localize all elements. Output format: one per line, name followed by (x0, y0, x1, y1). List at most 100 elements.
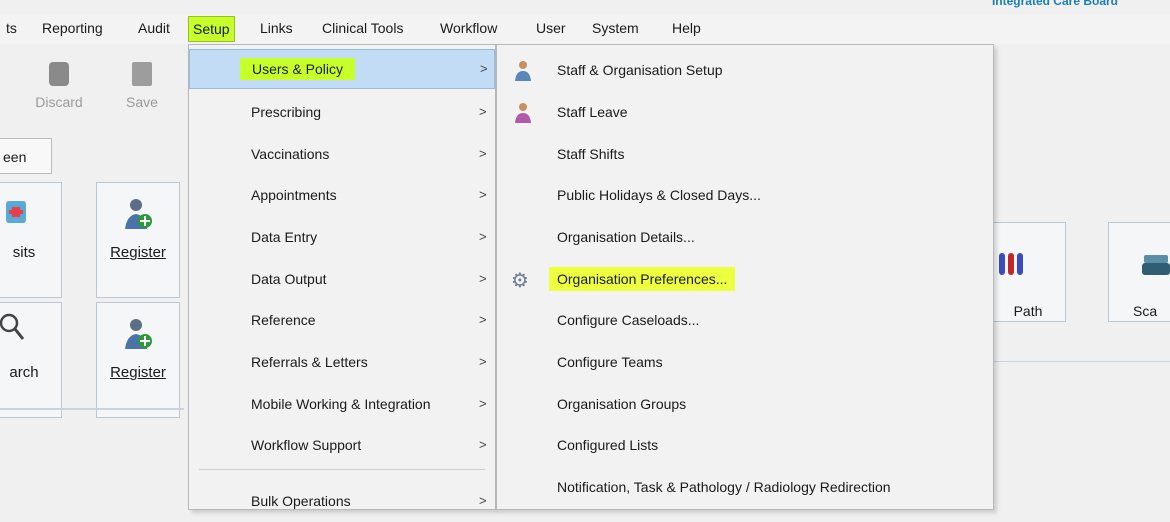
menu-item-reference[interactable]: Reference > (189, 301, 495, 341)
menu-item-public-holidays[interactable]: Public Holidays & Closed Days... (497, 176, 993, 216)
gear-icon: ⚙ (511, 270, 529, 292)
scan-icon (1142, 255, 1170, 275)
register-tile-1[interactable]: Register (96, 182, 180, 298)
menu-item-staff-shifts[interactable]: Staff Shifts (497, 135, 993, 175)
menu-item-label: Reference (251, 312, 316, 328)
menu-item-label: Prescribing (251, 104, 322, 120)
search-label: arch (9, 364, 39, 381)
menu-reporting[interactable]: Reporting (42, 20, 103, 36)
menu-item-configure-teams[interactable]: Configure Teams (497, 343, 993, 383)
menu-item-label: Mobile Working & Integration (251, 396, 431, 412)
submenu-arrow-icon: > (479, 354, 487, 369)
search-tile[interactable]: arch (0, 302, 62, 418)
menu-setup[interactable]: Setup (188, 16, 235, 42)
register-label-1: Register (110, 244, 166, 261)
save-icon (132, 62, 152, 86)
menu-item-label: Configure Caseloads... (557, 312, 700, 328)
screen-button-label: een (3, 149, 27, 165)
menu-item-label: Staff & Organisation Setup (557, 62, 723, 78)
visits-icon (6, 201, 26, 223)
register-tile-2[interactable]: Register (96, 302, 180, 418)
right-divider (994, 361, 1170, 362)
menu-item-bulk-operations[interactable]: Bulk Operations > (189, 482, 495, 522)
submenu-arrow-icon: > (479, 396, 487, 411)
menu-item-label: Organisation Groups (557, 396, 687, 412)
menu-item-referrals-letters[interactable]: Referrals & Letters > (189, 343, 495, 383)
scan-tile[interactable]: Sca (1108, 222, 1170, 322)
visits-label: sits (12, 244, 36, 261)
menu-user[interactable]: User (536, 20, 566, 36)
menu-help[interactable]: Help (672, 20, 701, 36)
submenu-arrow-icon: > (479, 271, 487, 286)
users-policy-submenu: Staff & Organisation Setup Staff Leave S… (496, 44, 994, 510)
menu-bar: ts Reporting Audit Setup Links Clinical … (0, 14, 1170, 44)
menu-item-mobile-working[interactable]: Mobile Working & Integration > (189, 385, 495, 425)
menu-workflow[interactable]: Workflow (440, 20, 497, 36)
path-tile[interactable]: Path (990, 222, 1066, 322)
menu-item-label: Organisation Preferences... (549, 267, 736, 291)
menu-item-vaccinations[interactable]: Vaccinations > (189, 135, 495, 175)
register-label-2: Register (110, 364, 166, 381)
submenu-arrow-icon: > (479, 146, 487, 161)
menu-system[interactable]: System (592, 20, 639, 36)
menu-item-label: Staff Leave (557, 104, 628, 120)
register-icon-2 (125, 319, 152, 349)
menu-item-staff-leave[interactable]: Staff Leave (497, 93, 993, 133)
discard-label: Discard (35, 94, 83, 110)
menu-item-label: Workflow Support (251, 437, 362, 453)
menu-ts[interactable]: ts (6, 20, 17, 36)
menu-item-configured-lists[interactable]: Configured Lists (497, 426, 993, 466)
path-label: Path (1013, 303, 1043, 319)
panel-divider (0, 408, 184, 410)
menu-item-label: Referrals & Letters (251, 354, 368, 370)
brand-text: Integrated Care Board (991, 0, 1118, 8)
menu-item-organisation-groups[interactable]: Organisation Groups (497, 385, 993, 425)
screen-button[interactable]: een (0, 138, 52, 174)
menu-item-staff-organisation-setup[interactable]: Staff & Organisation Setup (497, 51, 993, 91)
menu-item-label: Configured Lists (557, 437, 659, 453)
submenu-arrow-icon: > (479, 437, 487, 452)
menu-item-label: Users & Policy (240, 58, 356, 80)
register-icon (125, 199, 152, 229)
menu-item-label: Organisation Details... (557, 229, 695, 245)
discard-button[interactable]: Discard (24, 62, 94, 110)
menu-clinical-tools[interactable]: Clinical Tools (322, 20, 403, 36)
menu-separator (199, 469, 485, 470)
menu-item-data-output[interactable]: Data Output > (189, 260, 495, 300)
menu-item-label: Configure Teams (557, 354, 663, 370)
save-label: Save (126, 94, 158, 110)
path-icon (999, 253, 1023, 275)
submenu-arrow-icon: > (479, 312, 487, 327)
menu-item-organisation-preferences[interactable]: ⚙ Organisation Preferences... (497, 260, 993, 300)
menu-item-label: Appointments (251, 187, 337, 203)
submenu-arrow-icon: > (479, 104, 487, 119)
menu-item-label: Staff Shifts (557, 146, 625, 162)
menu-item-users-policy[interactable]: Users & Policy > (189, 49, 495, 89)
menu-item-label: Data Output (251, 271, 327, 287)
submenu-arrow-icon: > (479, 229, 487, 244)
menu-item-notification-redirection[interactable]: Notification, Task & Pathology / Radiolo… (497, 468, 993, 508)
submenu-arrow-icon: > (479, 187, 487, 202)
staff-icon (515, 61, 531, 81)
menu-links[interactable]: Links (260, 20, 293, 36)
menu-item-label: Public Holidays & Closed Days... (557, 187, 761, 203)
submenu-arrow-icon: > (479, 493, 487, 508)
visits-tile[interactable]: sits (0, 182, 62, 298)
staff-leave-icon (515, 103, 531, 123)
submenu-arrow-icon: > (480, 61, 488, 76)
menu-item-appointments[interactable]: Appointments > (189, 176, 495, 216)
menu-item-data-entry[interactable]: Data Entry > (189, 218, 495, 258)
menu-item-organisation-details[interactable]: Organisation Details... (497, 218, 993, 258)
menu-item-configure-caseloads[interactable]: Configure Caseloads... (497, 301, 993, 341)
search-icon (0, 313, 25, 340)
menu-item-workflow-support[interactable]: Workflow Support > (189, 426, 495, 466)
menu-item-label: Data Entry (251, 229, 318, 245)
menu-item-label: Vaccinations (251, 146, 330, 162)
menu-audit[interactable]: Audit (138, 20, 170, 36)
save-button[interactable]: Save (112, 62, 172, 110)
menu-item-prescribing[interactable]: Prescribing > (189, 93, 495, 133)
setup-menu: Users & Policy > Prescribing > Vaccinati… (188, 44, 496, 510)
discard-icon (49, 62, 69, 86)
menu-item-label: Bulk Operations (251, 493, 351, 509)
menu-item-label: Notification, Task & Pathology / Radiolo… (557, 479, 891, 495)
